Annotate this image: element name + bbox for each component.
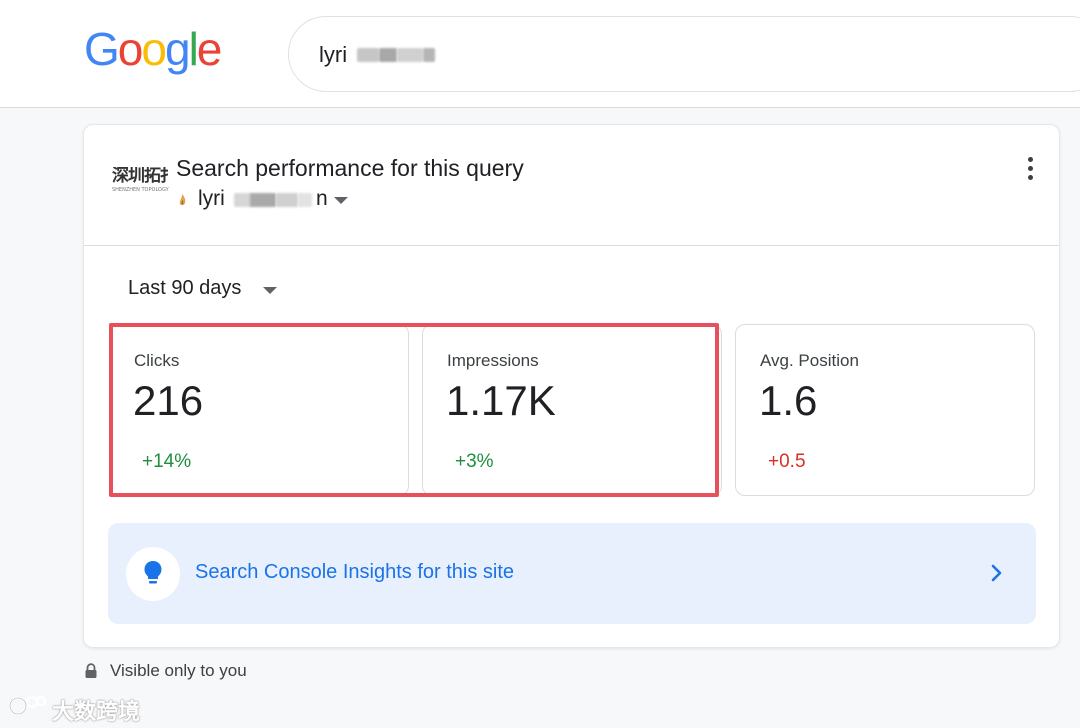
metric-delta: +14% <box>142 451 192 472</box>
metric-avg-position[interactable]: Avg. Position 1.6 +0.5 <box>735 324 1035 496</box>
date-range-dropdown[interactable]: Last 90 days <box>128 275 298 305</box>
metric-value: 1.17K <box>446 377 556 424</box>
site-logo-subtext: SHENZHEN TOPOLOGY <box>112 187 169 193</box>
visibility-note-text: Visible only to you <box>110 661 247 680</box>
more-vert-icon[interactable] <box>1020 157 1040 185</box>
date-range-label: Last 90 days <box>128 277 242 299</box>
redacted-query-block <box>357 48 379 62</box>
watermark-logo-icon <box>8 695 47 716</box>
redacted-query-block <box>276 193 298 207</box>
redacted-query-block <box>298 193 312 207</box>
metric-value: 1.6 <box>759 377 818 424</box>
metric-label: Avg. Position <box>760 351 859 370</box>
site-logo: 深圳拓扑 SHENZHEN TOPOLOGY <box>112 167 169 197</box>
logo-letter: g <box>164 23 191 75</box>
google-logo[interactable]: Google <box>84 22 223 76</box>
lock-icon <box>85 663 97 678</box>
flame-icon <box>179 194 186 206</box>
metric-delta: +0.5 <box>768 451 806 472</box>
redacted-query-block <box>397 48 423 62</box>
watermark-text: 大数跨境 <box>52 700 141 725</box>
redacted-query-block <box>423 48 435 62</box>
card-title: Search performance for this query <box>176 155 524 181</box>
dropdown-caret-icon <box>334 197 348 204</box>
search-header: Google <box>0 0 1080 108</box>
dropdown-caret-icon <box>263 287 277 294</box>
card-header: 深圳拓扑 SHENZHEN TOPOLOGY Search performanc… <box>84 125 1059 246</box>
search-performance-card: 深圳拓扑 SHENZHEN TOPOLOGY Search performanc… <box>83 124 1060 648</box>
logo-letter: G <box>84 23 120 75</box>
query-text-suffix: n <box>316 187 328 210</box>
logo-letter: e <box>196 23 223 75</box>
metric-impressions[interactable]: Impressions 1.17K +3% <box>422 324 722 496</box>
query-selector[interactable]: lyri n <box>176 187 376 213</box>
query-text-prefix: lyri <box>198 187 225 210</box>
insights-label: Search Console Insights for this site <box>195 561 515 583</box>
metric-clicks[interactable]: Clicks 216 +14% <box>109 324 409 496</box>
insights-icon-circle <box>126 547 180 601</box>
redacted-query-block <box>379 48 397 62</box>
chevron-right-icon <box>991 564 1002 582</box>
metric-delta: +3% <box>455 451 494 472</box>
insights-link[interactable]: Search Console Insights for this site <box>108 523 1036 624</box>
lightbulb-icon <box>144 561 162 584</box>
metric-label: Clicks <box>134 351 180 370</box>
logo-letter: o <box>141 23 167 75</box>
redacted-query-block <box>250 193 276 207</box>
watermark: 大数跨境 <box>8 690 168 725</box>
site-logo-text: 深圳拓扑 <box>112 167 168 185</box>
search-box[interactable] <box>288 16 1080 92</box>
metric-value: 216 <box>133 377 204 424</box>
logo-letter: l <box>188 23 199 75</box>
metric-label: Impressions <box>447 351 539 370</box>
logo-letter: o <box>117 23 144 75</box>
